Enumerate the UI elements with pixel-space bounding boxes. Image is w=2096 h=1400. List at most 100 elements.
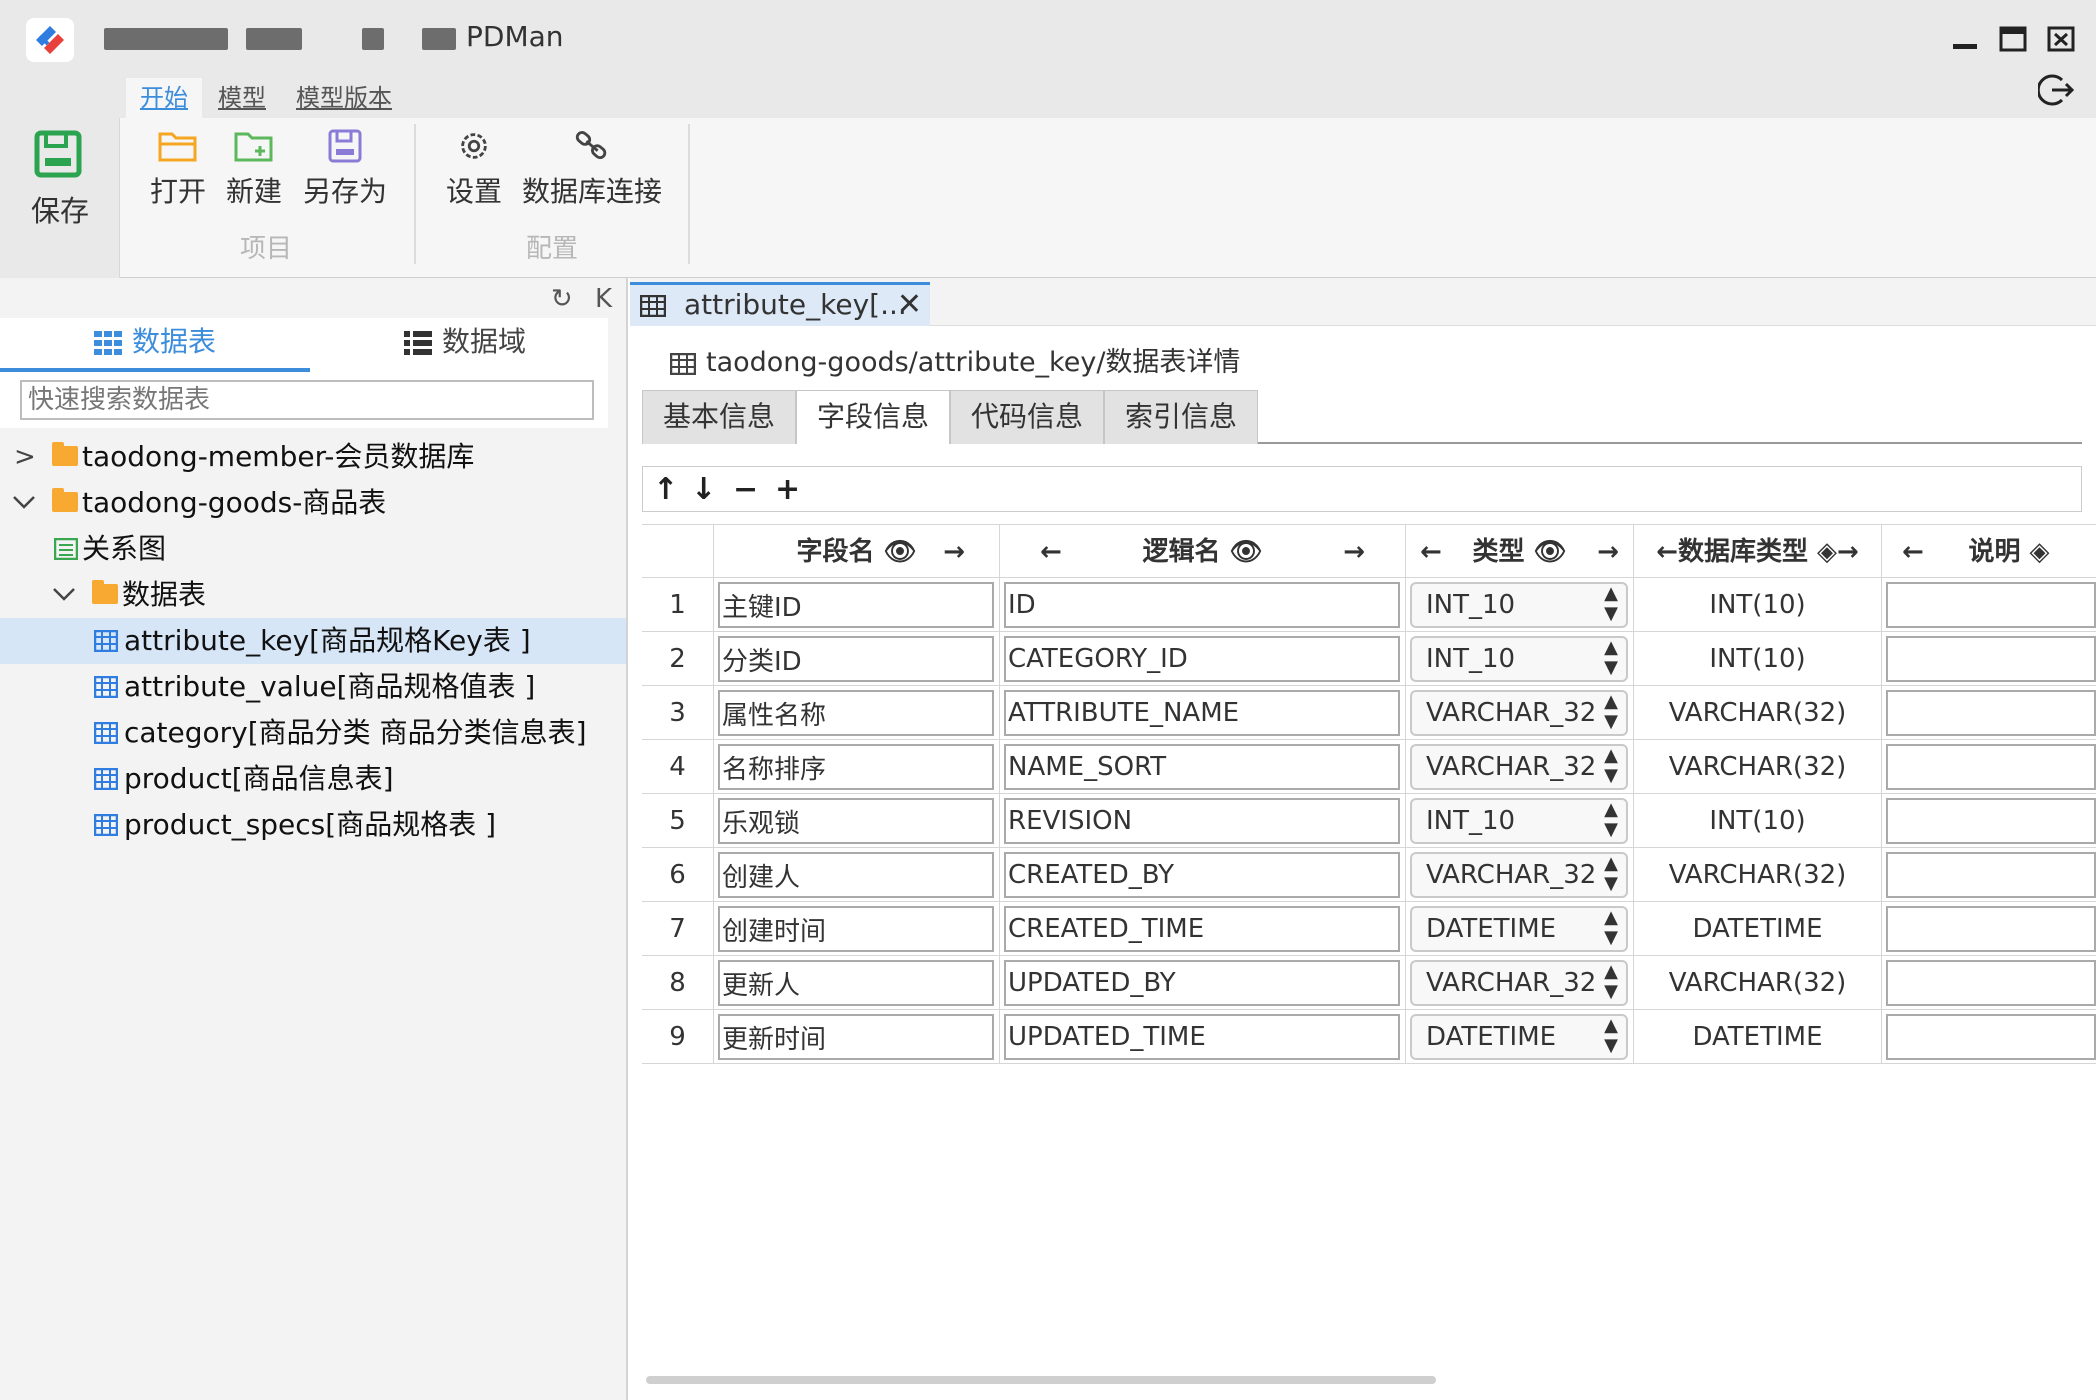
type-select[interactable]: DATETIME ▲ ▼ — [1410, 1014, 1628, 1060]
minimize-icon[interactable] — [1950, 24, 1980, 54]
doc-tab-attribute-key[interactable]: attribute_key[... ✕ — [630, 282, 930, 326]
table-search-input[interactable] — [20, 380, 594, 420]
arrow-left-icon[interactable]: ← — [1420, 525, 1442, 579]
comment-input[interactable] — [1886, 798, 2096, 844]
arrow-right-icon[interactable]: → — [1343, 525, 1365, 579]
tree-item-goods-db[interactable]: taodong-goods-商品表 — [0, 480, 626, 526]
comment-input[interactable] — [1886, 1014, 2096, 1060]
comment-input[interactable] — [1886, 744, 2096, 790]
ribbon-tab-model-version[interactable]: 模型版本 — [282, 78, 406, 118]
tab-field-info[interactable]: 字段信息 — [796, 390, 950, 444]
comment-input[interactable] — [1886, 906, 2096, 952]
logical-name-input[interactable] — [1004, 582, 1400, 628]
logical-name-input[interactable] — [1004, 690, 1400, 736]
eye-icon[interactable]: 👁 — [884, 537, 917, 567]
eye-slash-icon[interactable]: ◈ — [1808, 537, 1837, 567]
chevron-down-icon[interactable] — [12, 494, 36, 510]
type-select[interactable]: INT_10 ▲ ▼ — [1410, 636, 1628, 682]
settings-button[interactable]: 设置 — [444, 128, 504, 210]
logical-name-input[interactable] — [1004, 798, 1400, 844]
close-tab-icon[interactable]: ✕ — [897, 285, 922, 325]
comment-input[interactable] — [1886, 690, 2096, 736]
field-name-input[interactable] — [718, 852, 994, 898]
tree-item-relation-diagram[interactable]: 关系图 — [0, 526, 626, 572]
logical-name-input[interactable] — [1004, 906, 1400, 952]
field-name-input[interactable] — [718, 906, 994, 952]
save-as-button[interactable]: 另存为 — [300, 128, 390, 210]
field-name-input[interactable] — [718, 1014, 994, 1060]
table-row: 3 VARCHAR_32▲▼ VARCHAR(32) — [642, 686, 2096, 740]
field-name-input[interactable] — [718, 690, 994, 736]
tree-item-product[interactable]: product[商品信息表] — [0, 756, 626, 802]
comment-input[interactable] — [1886, 852, 2096, 898]
arrow-left-icon[interactable]: ← — [1656, 537, 1678, 567]
chevron-down-icon[interactable] — [52, 586, 76, 602]
type-select[interactable]: VARCHAR_32 ▲ ▼ — [1410, 852, 1628, 898]
ribbon-separator — [414, 124, 416, 264]
arrow-right-icon[interactable]: → — [943, 525, 965, 579]
type-select[interactable]: VARCHAR_32 ▲ ▼ — [1410, 690, 1628, 736]
table-row: 9 DATETIME ▲▼ DATETIME — [642, 1010, 2096, 1064]
chevron-right-icon[interactable]: > — [14, 434, 38, 480]
field-name-input[interactable] — [718, 582, 994, 628]
comment-input[interactable] — [1886, 582, 2096, 628]
tree-item-product-specs[interactable]: product_specs[商品规格表 ] — [0, 802, 626, 848]
type-select[interactable]: VARCHAR_32 ▲ ▼ — [1410, 744, 1628, 790]
tab-basic-info[interactable]: 基本信息 — [642, 390, 796, 444]
tree-item-attribute-value[interactable]: attribute_value[商品规格值表 ] — [0, 664, 626, 710]
type-select[interactable]: VARCHAR_32 ▲ ▼ — [1410, 960, 1628, 1006]
arrow-right-icon[interactable]: → — [1837, 537, 1859, 567]
move-up-button[interactable]: ↑ — [653, 467, 678, 513]
folder-icon — [52, 488, 78, 512]
arrow-left-icon[interactable]: ← — [1040, 525, 1062, 579]
eye-icon[interactable]: 👁 — [1534, 537, 1567, 567]
logical-name-input[interactable] — [1004, 960, 1400, 1006]
maximize-icon[interactable] — [1998, 24, 2028, 54]
tree-item-category[interactable]: category[商品分类 商品分类信息表] — [0, 710, 626, 756]
move-down-button[interactable]: ↓ — [691, 467, 716, 513]
refresh-icon[interactable]: ↻ — [551, 284, 573, 314]
arrow-left-icon[interactable]: ← — [1902, 525, 1924, 579]
tab-data-tables[interactable]: 数据表 — [0, 318, 310, 372]
delete-field-button[interactable]: − — [733, 467, 758, 513]
db-connect-button[interactable]: 数据库连接 — [520, 128, 664, 210]
tab-code-info[interactable]: 代码信息 — [950, 390, 1104, 444]
logout-icon[interactable] — [2038, 72, 2074, 108]
collapse-panel-icon[interactable]: K — [595, 284, 612, 314]
horizontal-scrollbar[interactable] — [646, 1376, 1436, 1384]
comment-input[interactable] — [1886, 636, 2096, 682]
logical-name-header-label: 逻辑名 — [1142, 537, 1221, 567]
tree-item-tables-folder[interactable]: 数据表 — [0, 572, 626, 618]
tree-item-label: attribute_value[商品规格值表 ] — [124, 670, 536, 703]
open-button[interactable]: 打开 — [146, 128, 210, 210]
logical-name-input[interactable] — [1004, 1014, 1400, 1060]
add-field-button[interactable]: + — [775, 467, 800, 513]
field-name-input[interactable] — [718, 636, 994, 682]
logical-name-input[interactable] — [1004, 744, 1400, 790]
ribbon-tab-start[interactable]: 开始 — [126, 78, 202, 118]
save-button[interactable]: 保存 — [0, 118, 120, 278]
tab-index-info[interactable]: 索引信息 — [1104, 390, 1258, 444]
type-cell: DATETIME ▲ ▼ — [1406, 902, 1634, 956]
tree-item-member-db[interactable]: > taodong-member-会员数据库 — [0, 434, 626, 480]
type-select[interactable]: INT_10 ▲ ▼ — [1410, 798, 1628, 844]
new-button[interactable]: 新建 — [222, 128, 286, 210]
field-name-input[interactable] — [718, 798, 994, 844]
eye-slash-icon[interactable]: ◈ — [2030, 537, 2050, 567]
type-select[interactable]: INT_10 ▲ ▼ — [1410, 582, 1628, 628]
logical-name-input[interactable] — [1004, 636, 1400, 682]
eye-icon[interactable]: 👁 — [1230, 537, 1263, 567]
tab-data-domains[interactable]: 数据域 — [310, 318, 620, 372]
comment-cell — [1882, 578, 2096, 632]
field-name-input[interactable] — [718, 960, 994, 1006]
arrow-right-icon[interactable]: → — [1597, 525, 1619, 579]
tree-item-attribute-key[interactable]: attribute_key[商品规格Key表 ] — [0, 618, 626, 664]
type-select[interactable]: DATETIME ▲ ▼ — [1410, 906, 1628, 952]
comment-input[interactable] — [1886, 960, 2096, 1006]
ribbon-tab-model[interactable]: 模型 — [204, 78, 280, 118]
field-name-input[interactable] — [718, 744, 994, 790]
close-window-icon[interactable] — [2046, 24, 2076, 54]
pdman-logo-icon — [26, 18, 74, 62]
db-type-text: DATETIME — [1692, 1022, 1823, 1052]
logical-name-input[interactable] — [1004, 852, 1400, 898]
